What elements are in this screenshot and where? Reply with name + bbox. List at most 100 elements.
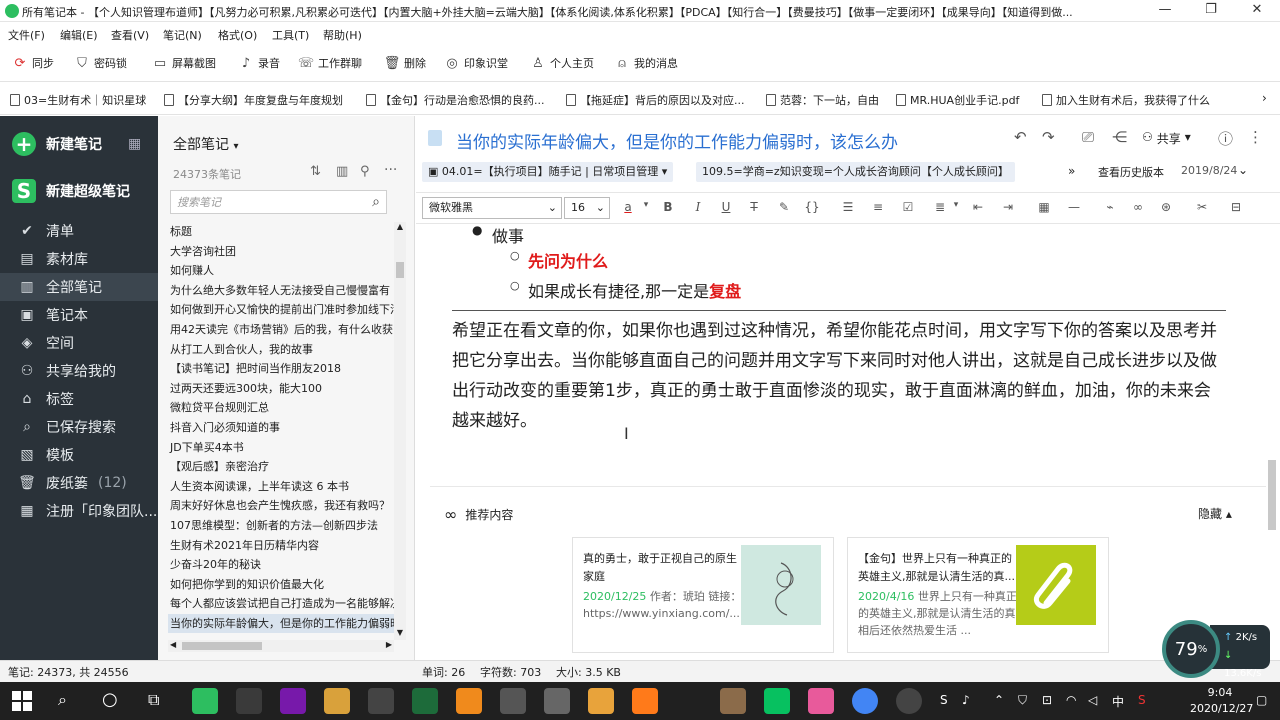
sidebar-item-saved-searches[interactable]: ⌕ 已保存搜索 <box>0 413 158 441</box>
microphone-icon[interactable]: ♪ <box>962 693 970 707</box>
app-taskbar-icon[interactable] <box>720 688 746 714</box>
italic-icon[interactable]: I <box>690 200 706 214</box>
more-icon[interactable]: ⋮ <box>1248 128 1263 146</box>
chevron-down-icon[interactable]: ▾ <box>638 200 654 210</box>
list-vertical-scrollbar[interactable]: ▲ ▼ <box>394 222 406 640</box>
note-list-item[interactable]: 当你的实际年龄偏大，但是你的工作能力偏弱时，该怎么办 <box>168 613 394 634</box>
sync-button[interactable]: ⟳ 同步 <box>12 55 54 71</box>
editor-scrollbar-thumb[interactable] <box>1268 460 1276 530</box>
lock-icon[interactable]: ⊟ <box>1228 200 1244 214</box>
note-list-item[interactable]: 人生资本阅读课，上半年读这 6 本书 <box>168 477 394 497</box>
cortana-icon[interactable]: ○ <box>102 689 118 710</box>
sidebar-item-tags[interactable]: ⌂ 标签 <box>0 385 158 413</box>
font-size-select[interactable]: 16 ⌄ <box>564 197 610 219</box>
note-list-item[interactable]: 如何把你学到的知识价值最大化 <box>168 575 394 595</box>
shortcut-item[interactable]: 范蓉：下一站，自由 <box>766 92 879 108</box>
recommend-card[interactable]: 【金句】世界上只有一种真正的英雄主义,那就是认清生活的真... 2020/4/1… <box>847 537 1109 653</box>
strikethrough-icon[interactable]: T <box>746 200 762 214</box>
app-taskbar-icon[interactable] <box>412 688 438 714</box>
app-taskbar-icon[interactable] <box>544 688 570 714</box>
highlight-icon[interactable]: ✎ <box>776 200 792 214</box>
app-taskbar-icon[interactable] <box>324 688 350 714</box>
font-family-select[interactable]: 微软雅黑 ⌄ <box>422 197 562 219</box>
link-icon[interactable]: ∞ <box>1130 200 1146 214</box>
underline-icon[interactable]: U <box>718 200 734 214</box>
chevron-down-icon[interactable]: ▾ <box>948 200 964 210</box>
vlc-taskbar-icon[interactable] <box>456 688 482 714</box>
app-taskbar-icon[interactable] <box>368 688 394 714</box>
taskbar-clock[interactable]: 9:04 2020/12/27 <box>1190 685 1253 717</box>
note-list-header[interactable]: 全部笔记 ▾ <box>173 134 238 154</box>
history-link[interactable]: 查看历史版本 <box>1098 164 1164 180</box>
scrollbar-thumb[interactable] <box>396 262 404 278</box>
hide-recommend-button[interactable]: 隐藏 ▴ <box>1198 505 1232 522</box>
defender-icon[interactable]: ⛉ <box>1018 693 1027 708</box>
network-icon[interactable]: ⊡ <box>1042 693 1052 707</box>
search-input[interactable] <box>171 191 351 213</box>
bold-icon[interactable]: B <box>660 200 676 214</box>
present-icon[interactable]: ⎚ <box>1082 128 1094 146</box>
password-lock-button[interactable]: ⛉ 密码锁 <box>74 55 127 71</box>
chevron-down-icon[interactable]: ⌄ <box>1238 163 1248 177</box>
grid-icon[interactable]: ▦ <box>128 136 141 152</box>
indent-icon[interactable]: ⇥ <box>1000 200 1016 214</box>
sogou-ime-icon[interactable]: S <box>940 693 948 707</box>
note-list-item[interactable]: 少奋斗20年的秘诀 <box>168 555 394 575</box>
app-taskbar-icon[interactable] <box>236 688 262 714</box>
record-app-taskbar-icon[interactable] <box>896 688 922 714</box>
tag-chip[interactable]: 109.5=学商=z知识变现=个人成长咨询顾问【个人成长顾问】 <box>696 162 1015 182</box>
scroll-left-icon[interactable]: ◀ <box>170 640 176 649</box>
note-list-item[interactable]: 大学咨询社团 <box>168 242 394 262</box>
sidebar-item-checklist[interactable]: ✔ 清单 <box>0 217 158 245</box>
note-list-item[interactable]: 为什么绝大多数年轻人无法接受自己慢慢富有 <box>168 281 394 301</box>
note-list-item[interactable]: 生财有术2021年日历精华内容 <box>168 536 394 556</box>
shortcut-item[interactable]: MR.HUA创业手记.pdf <box>896 92 1019 108</box>
sidebar-item-register-team[interactable]: ▦ 注册「印象团队... <box>0 497 158 525</box>
restore-button[interactable]: ❐ <box>1188 0 1234 22</box>
memory-usage-gauge[interactable]: 79% <box>1162 620 1220 678</box>
attachment-icon[interactable]: ⌁ <box>1102 200 1118 214</box>
bullet-list-icon[interactable]: ☰ <box>840 200 856 214</box>
personal-homepage-button[interactable]: ♙ 个人主页 <box>530 55 594 71</box>
note-title[interactable]: 当你的实际年龄偏大，但是你的工作能力偏弱时，该怎么办 <box>456 128 898 153</box>
encrypt-icon[interactable]: ⊛ <box>1158 200 1174 214</box>
numbered-list-icon[interactable]: ≡ <box>870 200 886 214</box>
sidebar-item-spaces[interactable]: ◈ 空间 <box>0 329 158 357</box>
menu-edit[interactable]: 编辑(E) <box>60 27 98 43</box>
sidebar-item-shared[interactable]: ⚇ 共享给我的 <box>0 357 158 385</box>
note-list-item[interactable]: 【观后感】亲密治疗 <box>168 457 394 477</box>
task-view-icon[interactable]: ⧉ <box>148 690 159 710</box>
note-list-item[interactable]: 如何做到开心又愉快的提前出门准时参加线下活动 <box>168 300 394 320</box>
app-taskbar-icon[interactable] <box>500 688 526 714</box>
menu-help[interactable]: 帮助(H) <box>323 27 362 43</box>
code-icon[interactable]: {} <box>804 200 820 214</box>
view-mode-icon[interactable]: ▥ <box>336 164 348 179</box>
note-list-item[interactable]: 过两天还要远300块，能大100 <box>168 379 394 399</box>
note-list-item[interactable]: 抖音入门必须知道的事 <box>168 418 394 438</box>
volume-icon[interactable]: ◁ <box>1088 693 1097 707</box>
sidebar-item-materials[interactable]: ▤ 素材库 <box>0 245 158 273</box>
yinxiang-school-button[interactable]: ◎ 印象识堂 <box>444 55 508 71</box>
menu-file[interactable]: 文件(F) <box>8 27 45 43</box>
record-button[interactable]: ♪ 录音 <box>238 55 280 71</box>
text-color-icon[interactable]: a <box>620 200 636 214</box>
sort-icon[interactable]: ⇅ <box>310 164 321 179</box>
tray-chevron-icon[interactable]: ⌃ <box>994 693 1004 707</box>
outdent-icon[interactable]: ⇤ <box>970 200 986 214</box>
work-chat-button[interactable]: ☏ 工作群聊 <box>298 55 362 71</box>
app-taskbar-icon[interactable] <box>808 688 834 714</box>
note-list-item[interactable]: 用42天读完《市场营销》后的我，有什么收获 <box>168 320 394 340</box>
scissors-icon[interactable]: ✂ <box>1194 200 1210 214</box>
note-body[interactable]: ● 做事 ○ 先问为什么 ○ 如果成长有捷径,那一定是复盘 希望正在看文章的你，如果你… <box>452 223 1232 464</box>
align-icon[interactable]: ≣ <box>932 200 948 214</box>
wechat-taskbar-icon[interactable] <box>764 688 790 714</box>
redo-icon[interactable]: ↷ <box>1042 128 1055 146</box>
more-options-icon[interactable]: ··· <box>384 162 397 178</box>
windows-start-icon[interactable] <box>12 691 32 711</box>
shortcut-item[interactable]: 【金句】行动是治愈恐惧的良药... <box>366 92 545 108</box>
chrome-taskbar-icon[interactable] <box>852 688 878 714</box>
wifi-icon[interactable]: ◠ <box>1066 693 1076 707</box>
sidebar-item-trash[interactable]: 🗑 废纸篓 (12) <box>0 469 158 497</box>
scroll-right-icon[interactable]: ▶ <box>386 640 392 649</box>
search-app-taskbar-icon[interactable] <box>632 688 658 714</box>
